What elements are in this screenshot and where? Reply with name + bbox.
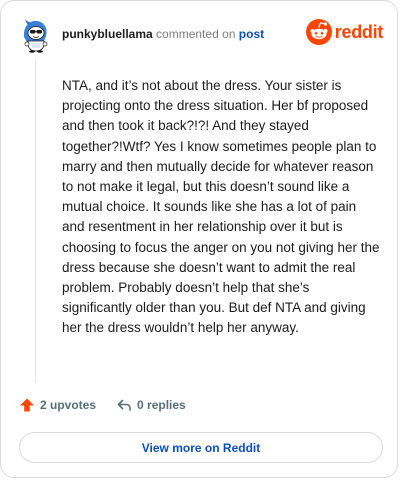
reddit-snoo-icon bbox=[305, 19, 332, 45]
comment-embed-card: punkybluellama commented on post reddit … bbox=[0, 0, 398, 478]
username-link[interactable]: punkybluellama bbox=[62, 27, 153, 41]
avatar[interactable] bbox=[19, 17, 51, 53]
avatar-snoo-icon bbox=[23, 20, 48, 53]
replies-count: 0 replies bbox=[137, 398, 186, 412]
reddit-wordmark: reddit bbox=[334, 21, 384, 42]
reddit-logo[interactable]: reddit bbox=[305, 19, 384, 45]
comment-body: NTA, and it’s not about the dress. Your … bbox=[62, 78, 380, 336]
comment-actions: 2 upvotes 0 replies bbox=[19, 397, 186, 413]
upvotes-button[interactable]: 2 upvotes bbox=[19, 397, 96, 413]
reply-arrow-icon bbox=[117, 399, 131, 411]
replies-button[interactable]: 0 replies bbox=[116, 397, 186, 413]
upvotes-count: 2 upvotes bbox=[40, 398, 97, 412]
view-more-on-reddit-button[interactable]: View more on Reddit bbox=[19, 432, 383, 463]
comment-header: punkybluellama commented on post bbox=[62, 27, 264, 41]
upvote-arrow-icon bbox=[20, 398, 34, 412]
post-link[interactable]: post bbox=[239, 27, 264, 41]
thread-line bbox=[35, 59, 36, 383]
commented-on-text: commented on bbox=[156, 27, 236, 41]
